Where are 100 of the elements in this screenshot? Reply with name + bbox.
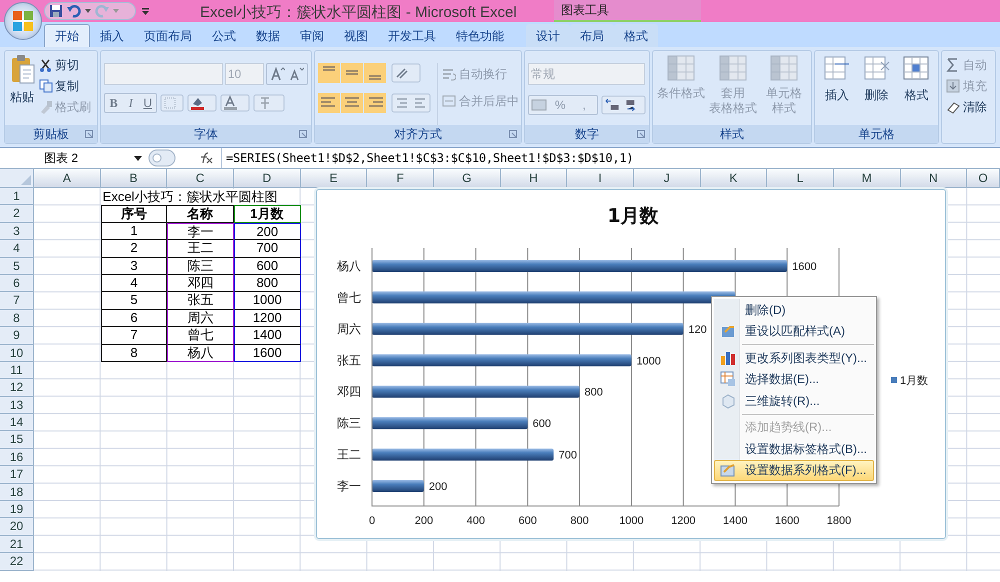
column-header[interactable]: C (167, 169, 234, 188)
axis-tick-label: 600 (518, 515, 537, 527)
column-header[interactable]: K (700, 169, 768, 188)
formula-field[interactable]: =SERIES(Sheet1!$D$2,Sheet1!$C$3:$C$10,Sheet1!$D$3:$D$10,1) (221, 148, 634, 168)
category-label: 陈三 (337, 416, 361, 430)
dialog-launcher-icon (509, 130, 518, 138)
row-header[interactable]: 2 (0, 205, 34, 223)
font-name-field[interactable] (104, 63, 223, 85)
ribbon-tab[interactable]: 开发工具 (378, 24, 446, 47)
row-header[interactable]: 10 (0, 344, 34, 362)
axis-tick-label: 0 (368, 515, 376, 527)
row-header[interactable]: 8 (0, 310, 34, 328)
row-header[interactable]: 12 (0, 379, 34, 397)
align-right-icon (364, 93, 386, 113)
table-cell: 陈三 (167, 258, 234, 275)
ribbon-tab[interactable]: 审阅 (290, 24, 334, 47)
format-button[interactable]: U (139, 94, 156, 112)
borders-icon (160, 94, 184, 112)
ribbon-tab[interactable]: 页面布局 (134, 24, 202, 47)
column-header[interactable]: L (767, 169, 834, 188)
row-header[interactable]: 4 (0, 240, 34, 258)
ribbon-tab[interactable]: 开始 (44, 24, 90, 47)
column-header[interactable]: O (967, 169, 1000, 188)
table-cell: 1400 (234, 327, 301, 345)
format-button[interactable]: I (122, 94, 140, 112)
row-header[interactable]: 20 (0, 518, 34, 536)
ribbon-tab[interactable]: 格式 (614, 24, 658, 47)
header-cell: 名称 (167, 205, 234, 223)
format-button[interactable]: B (105, 94, 122, 112)
menu-item[interactable]: 设置数据系列格式(F)... (714, 460, 874, 481)
row-header[interactable]: 21 (0, 536, 34, 554)
row-header[interactable]: 11 (0, 362, 34, 380)
undo-icon (67, 4, 81, 18)
name-box[interactable]: 图表 2 (0, 148, 110, 168)
row-header[interactable]: 6 (0, 274, 34, 292)
menu-item[interactable]: 设置数据标签格式(B)... (714, 438, 874, 460)
column-header[interactable]: M (834, 169, 901, 188)
table-cell: 7 (100, 327, 168, 345)
align-center-icon (341, 93, 364, 113)
menu-item[interactable]: 删除(D) (714, 299, 874, 320)
cells-button[interactable]: 插入 (819, 54, 855, 125)
row-header[interactable]: 1 (0, 188, 34, 206)
column-header[interactable]: G (434, 169, 501, 188)
row-header[interactable]: 7 (0, 292, 34, 310)
cells-button[interactable]: 删除 (858, 54, 895, 125)
ribbon-tab[interactable]: 特色功能 (446, 24, 514, 47)
ribbon-tab[interactable]: 布局 (570, 24, 614, 47)
font-size-buttons[interactable] (266, 63, 308, 85)
menu-item[interactable]: 更改系列图表类型(Y)... (714, 347, 874, 368)
caret-icon (113, 9, 119, 13)
row-header[interactable]: 18 (0, 484, 34, 502)
ribbon-tab[interactable]: 数据 (246, 24, 290, 47)
ribbon-tab[interactable]: 视图 (334, 24, 378, 47)
column-header[interactable]: F (367, 169, 434, 188)
row-header[interactable]: 5 (0, 258, 34, 275)
table-cell: 杨八 (167, 344, 234, 362)
column-header[interactable]: H (500, 169, 568, 188)
save-icon (49, 4, 63, 18)
row-header[interactable]: 19 (0, 501, 34, 518)
row-header[interactable]: 15 (0, 431, 34, 449)
clipboard-button[interactable]: 剪切 (39, 56, 91, 74)
group-label: 对齐方式 (394, 126, 442, 143)
ribbon-tab[interactable]: 公式 (202, 24, 246, 47)
editing-button[interactable]: 清除 (946, 99, 995, 115)
row-header[interactable]: 17 (0, 466, 34, 484)
column-header[interactable]: N (900, 169, 968, 188)
column-header[interactable]: E (300, 169, 368, 188)
bar (372, 480, 424, 492)
row-header[interactable]: 16 (0, 448, 34, 466)
row-header[interactable]: 3 (0, 222, 34, 240)
row-header[interactable]: 22 (0, 553, 34, 571)
cells-button[interactable]: 格式 (898, 54, 934, 125)
menu-item[interactable]: 三维旋转(R)... (714, 390, 874, 412)
copy-icon (39, 79, 53, 93)
data-label: 1600 (792, 261, 817, 273)
menu-item[interactable]: 选择数据(E)... (714, 368, 874, 390)
office-button[interactable] (4, 2, 42, 40)
table-cell: 4 (100, 274, 168, 292)
clipboard-button[interactable]: 复制 (39, 77, 91, 95)
column-header[interactable]: D (234, 169, 301, 188)
axis-tick-label: 1600 (774, 515, 800, 527)
column-header[interactable]: B (100, 169, 168, 188)
group-label: 样式 (720, 126, 744, 143)
column-header[interactable]: A (34, 169, 101, 188)
row-header[interactable]: 14 (0, 414, 34, 432)
table-cell: 2 (100, 240, 168, 258)
paste-button[interactable]: 粘贴 (7, 54, 37, 125)
row-header[interactable]: 9 (0, 327, 34, 345)
column-header[interactable]: J (634, 169, 701, 188)
table-cell: 1600 (234, 344, 301, 362)
table-cell: 张五 (167, 292, 234, 310)
fill-color-icon (187, 94, 218, 112)
column-header[interactable]: I (567, 169, 634, 188)
row-header[interactable]: 13 (0, 396, 34, 414)
category-label: 邓四 (337, 384, 361, 399)
conditional-format-icon (666, 54, 696, 82)
ribbon-tab[interactable]: 插入 (90, 24, 134, 47)
ribbon-tab[interactable]: 设计 (526, 24, 570, 47)
menu-item[interactable]: 重设以匹配样式(A) (714, 320, 874, 342)
chart-tools-label: 图表工具 (554, 0, 701, 22)
